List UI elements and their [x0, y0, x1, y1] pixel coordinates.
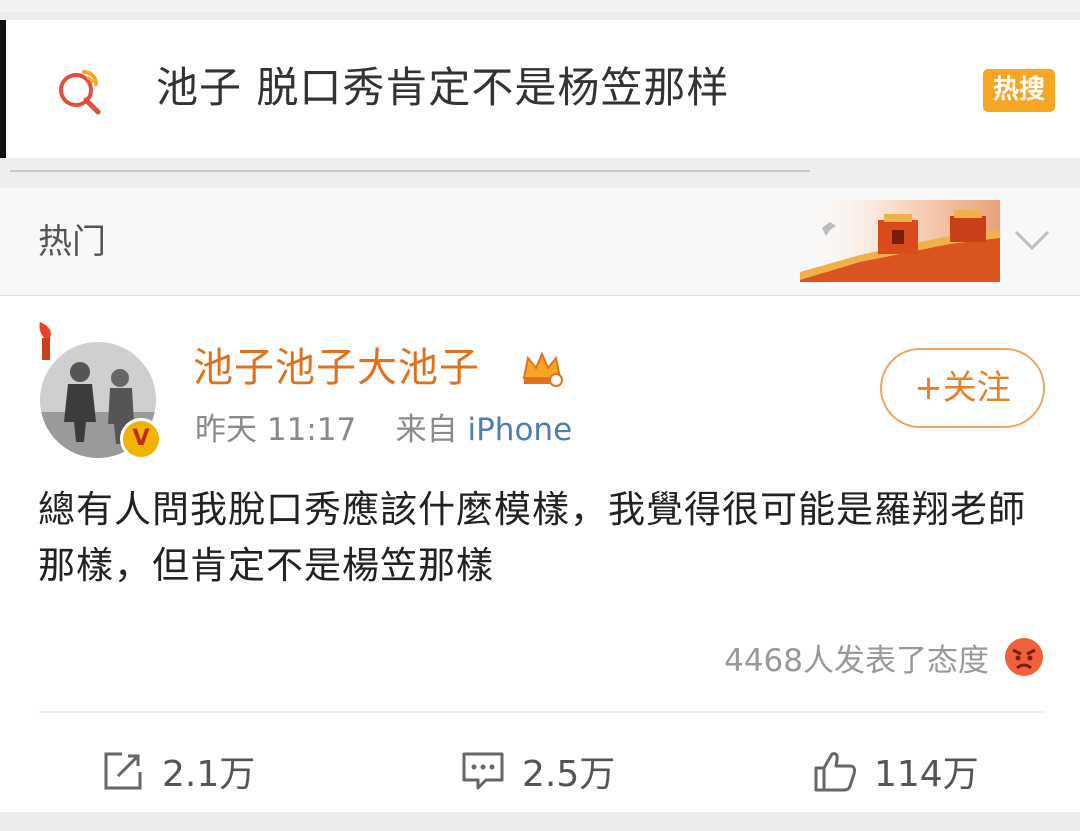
- section-header: 热门: [0, 188, 1080, 296]
- repost-button[interactable]: 2.1万: [100, 746, 255, 796]
- post-time: 昨天 11:17: [195, 412, 357, 448]
- hot-search-badge: 热搜: [983, 69, 1055, 112]
- post-meta: 昨天 11:17 来自 iPhone: [195, 408, 572, 452]
- angry-face-icon: [1005, 638, 1043, 676]
- repost-icon: [104, 752, 142, 790]
- search-icon: [59, 70, 101, 115]
- divider-line: [10, 170, 810, 172]
- reactions-text[interactable]: 4468人发表了态度: [724, 635, 989, 680]
- top-strip: [0, 0, 1080, 12]
- avatar-wrap[interactable]: V: [30, 322, 162, 462]
- comment-button[interactable]: 2.5万: [460, 746, 615, 796]
- great-wall-banner-image: [800, 200, 1000, 282]
- torch-badge-icon: [39, 322, 51, 360]
- post-source[interactable]: iPhone: [468, 412, 573, 448]
- chevron-down-icon[interactable]: [1010, 218, 1054, 262]
- hot-search-card[interactable]: 池子 脱口秀肯定不是杨笠那样 热搜: [0, 20, 1080, 158]
- thumbs-up-icon: [814, 752, 856, 792]
- follow-button[interactable]: +关注: [880, 348, 1045, 428]
- reactions-summary[interactable]: 4468人发表了态度: [724, 632, 1045, 682]
- post-card: V 池子池子大池子 昨天 11:17 来自 iPhone +关注 總有人問我脫口…: [0, 296, 1080, 831]
- vip-crown-icon[interactable]: [520, 348, 564, 388]
- like-count: 114万: [874, 754, 979, 795]
- comment-count: 2.5万: [522, 754, 616, 795]
- comment-icon: [462, 752, 504, 790]
- verified-badge: V: [120, 418, 162, 460]
- source-prefix: 来自: [395, 412, 458, 448]
- bottom-strip: [0, 812, 1080, 831]
- search-query-text[interactable]: 池子 脱口秀肯定不是杨笠那样: [156, 58, 729, 118]
- repost-count: 2.1万: [162, 754, 256, 795]
- divider-strip: [0, 158, 1080, 188]
- username[interactable]: 池子池子大池子: [193, 340, 480, 396]
- actions-divider: [38, 711, 1046, 713]
- like-button[interactable]: 114万: [812, 746, 979, 796]
- section-title[interactable]: 热门: [38, 218, 106, 266]
- post-text[interactable]: 總有人問我脫口秀應該什麼模樣，我覺得很可能是羅翔老師那樣，但肯定不是楊笠那樣: [38, 482, 1048, 594]
